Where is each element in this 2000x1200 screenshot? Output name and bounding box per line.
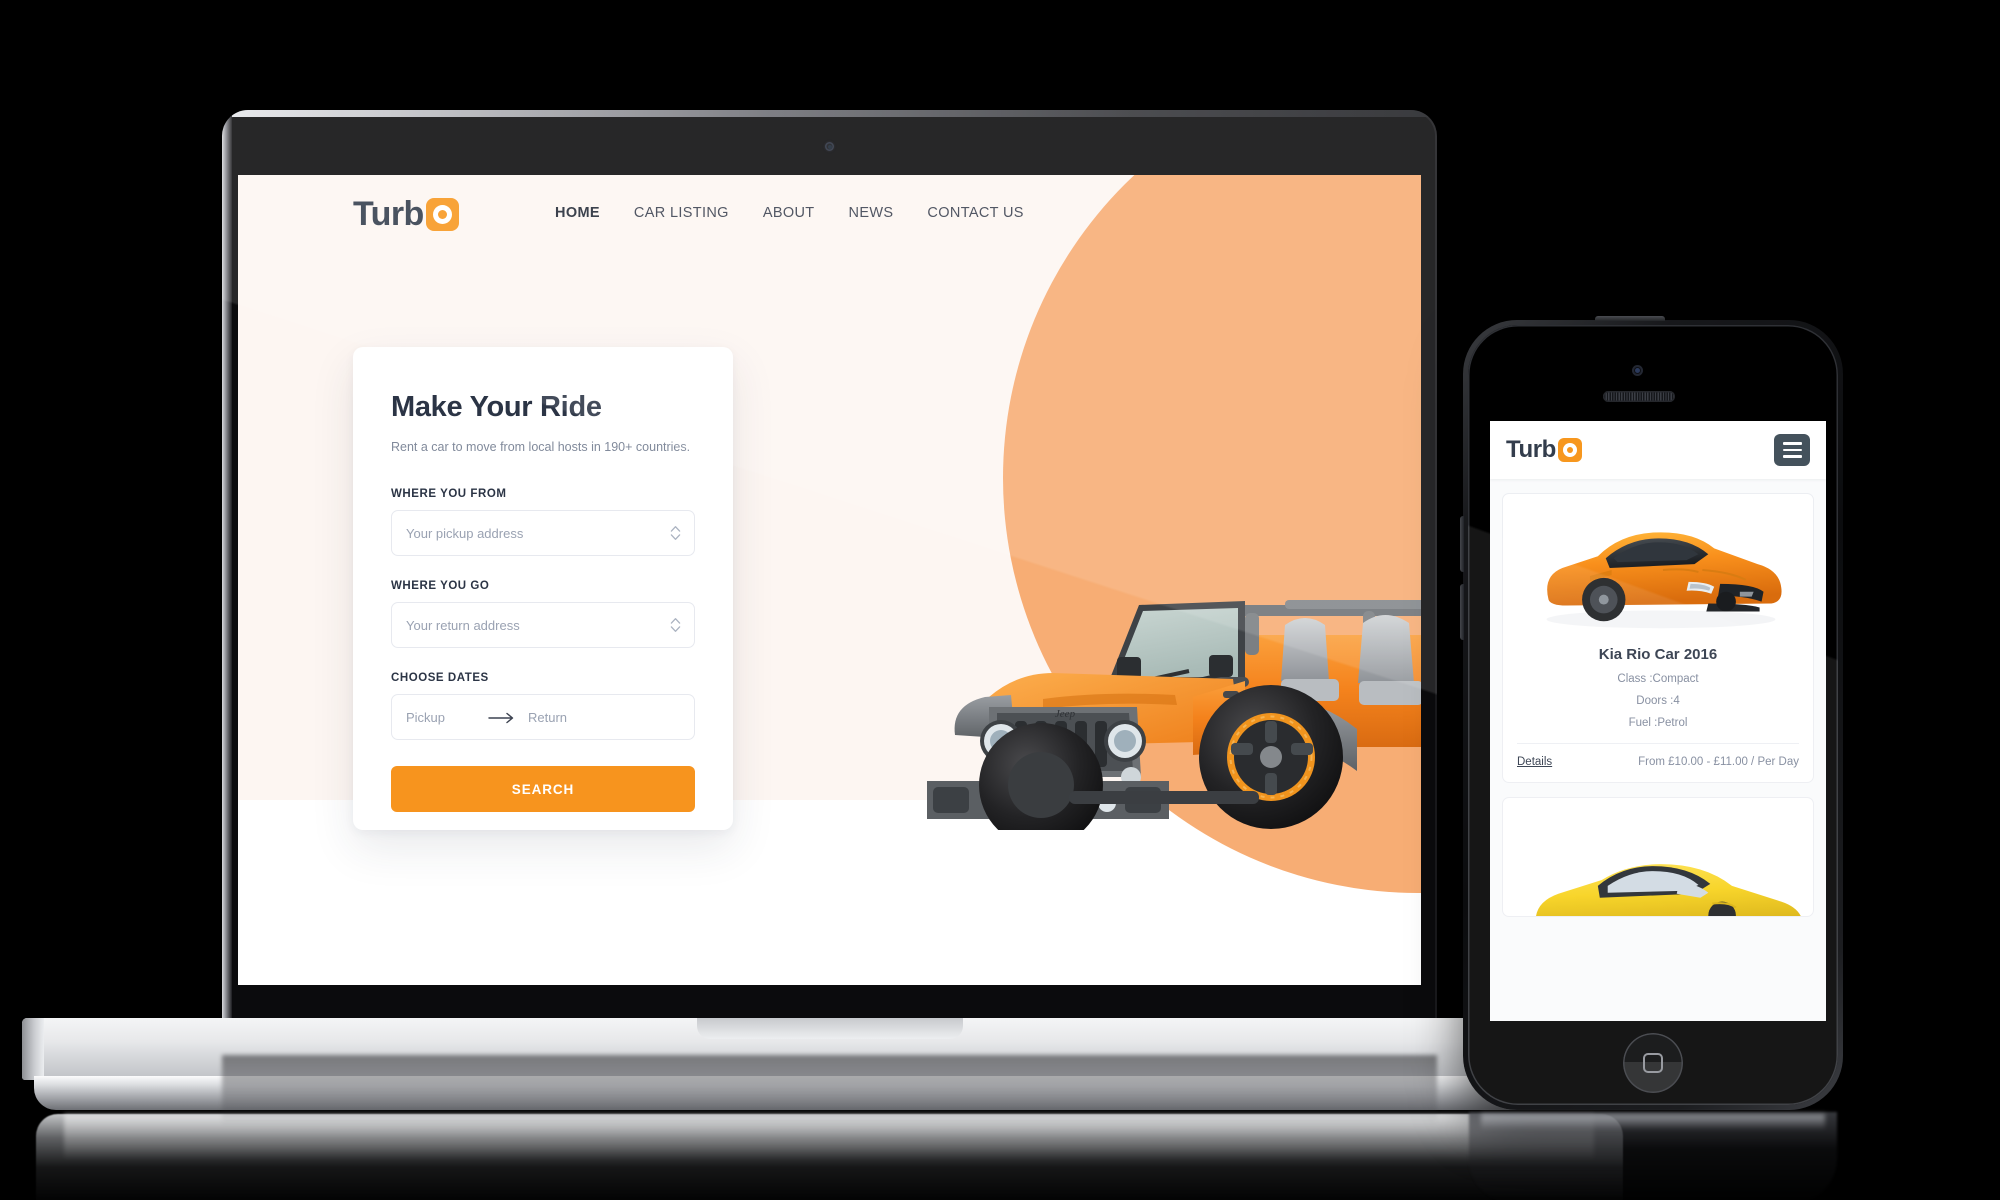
arrow-right-icon — [488, 711, 516, 724]
car-title: Kia Rio Car 2016 — [1598, 646, 1718, 663]
label-choose-dates: CHOOSE DATES — [391, 672, 489, 684]
hero-car-image-jeep: Jeep — [893, 485, 1421, 847]
laptop-lid-top-highlight — [222, 110, 1437, 117]
main-nav: HOME CAR LISTING ABOUT NEWS CONTACT US — [538, 205, 1041, 221]
mobile-site-header: Turb — [1490, 421, 1826, 479]
pickup-date-placeholder: Pickup — [406, 709, 446, 725]
phone-screen: Turb Kia Rio Car 2016 Class:Compact Doo… — [1490, 421, 1826, 1021]
phone-device: Turb Kia Rio Car 2016 Class:Compact Doo… — [1460, 316, 1843, 1200]
svg-text:Jeep: Jeep — [1055, 708, 1076, 720]
return-date-placeholder: Return — [528, 709, 568, 725]
list-item[interactable]: Kia Rio Car 2016 Class :Compact Doors :4… — [1502, 493, 1814, 783]
return-address-placeholder: Your return address — [406, 617, 520, 633]
page-title: Make Your Ride — [391, 391, 602, 423]
car-spec-class: Class :Compact — [1617, 673, 1699, 685]
logo-text: Turb — [353, 195, 424, 233]
pickup-address-placeholder: Your pickup address — [406, 525, 524, 541]
nav-item-home[interactable]: HOME — [538, 205, 617, 221]
stepper-chevrons-icon[interactable] — [670, 617, 681, 634]
nav-item-contact-us[interactable]: CONTACT US — [910, 205, 1040, 221]
booking-form-card: Make Your Ride Rent a car to move from l… — [353, 347, 733, 830]
turbo-o-icon — [425, 197, 459, 231]
label-where-you-from: WHERE YOU FROM — [391, 488, 507, 500]
label-where-you-go: WHERE YOU GO — [391, 580, 490, 592]
search-button[interactable]: SEARCH — [391, 766, 695, 812]
phone-reflection — [1469, 1112, 1837, 1200]
laptop-device: Jeep Turb HOME CAR LISTING ABOUT NEWS CO… — [22, 110, 1637, 1200]
mobile-logo-text: Turb — [1506, 436, 1556, 463]
turbo-o-icon — [1557, 438, 1582, 462]
earpiece-speaker-icon — [1603, 391, 1675, 402]
laptop-lid-left-highlight — [222, 110, 232, 1040]
mobile-car-list: Kia Rio Car 2016 Class :Compact Doors :4… — [1490, 479, 1826, 1021]
laptop-screen: Jeep Turb HOME CAR LISTING ABOUT NEWS CO… — [238, 175, 1421, 985]
laptop-lid: Jeep Turb HOME CAR LISTING ABOUT NEWS CO… — [222, 110, 1437, 1040]
mobile-logo[interactable]: Turb — [1506, 438, 1582, 462]
page-subtitle: Rent a car to move from local hosts in 1… — [391, 440, 691, 454]
stepper-chevrons-icon[interactable] — [670, 525, 681, 542]
divider — [1517, 743, 1799, 744]
list-item[interactable] — [1502, 797, 1814, 917]
phone-body: Turb Kia Rio Car 2016 Class:Compact Doo… — [1460, 316, 1843, 1110]
nav-item-car-listing[interactable]: CAR LISTING — [617, 205, 746, 221]
pickup-address-input[interactable]: Your pickup address — [391, 510, 695, 556]
webcam-icon — [825, 142, 834, 151]
car-spec-doors: Doors :4 — [1636, 695, 1680, 707]
nav-item-about[interactable]: ABOUT — [746, 205, 832, 221]
laptop-base-notch — [696, 1018, 963, 1039]
laptop-lid-reflection — [222, 1055, 1437, 1125]
car-price: From £10.00 - £11.00 / Per Day — [1638, 756, 1799, 768]
return-address-input[interactable]: Your return address — [391, 602, 695, 648]
nav-item-news[interactable]: NEWS — [832, 205, 911, 221]
date-range-input[interactable]: Pickup Return — [391, 694, 695, 740]
front-camera-icon — [1632, 365, 1643, 376]
car-image-yellow-sports-car — [1515, 812, 1801, 916]
website-viewport: Jeep Turb HOME CAR LISTING ABOUT NEWS CO… — [238, 175, 1421, 985]
scene: Jeep Turb HOME CAR LISTING ABOUT NEWS CO… — [0, 0, 2000, 1200]
car-image-mustang — [1515, 508, 1801, 636]
details-link[interactable]: Details — [1517, 756, 1552, 768]
phone-volume-down-button[interactable] — [1460, 584, 1464, 640]
car-spec-fuel: Fuel :Petrol — [1628, 717, 1688, 729]
phone-volume-up-button[interactable] — [1460, 516, 1464, 572]
site-header: Turb HOME CAR LISTING ABOUT NEWS CONTACT… — [238, 175, 1421, 251]
phone-power-button[interactable] — [1595, 316, 1665, 321]
logo[interactable]: Turb — [353, 197, 459, 231]
home-button[interactable] — [1623, 1033, 1683, 1093]
hamburger-menu-icon[interactable] — [1774, 434, 1810, 466]
phone-bezel: Turb Kia Rio Car 2016 Class:Compact Doo… — [1468, 325, 1838, 1105]
